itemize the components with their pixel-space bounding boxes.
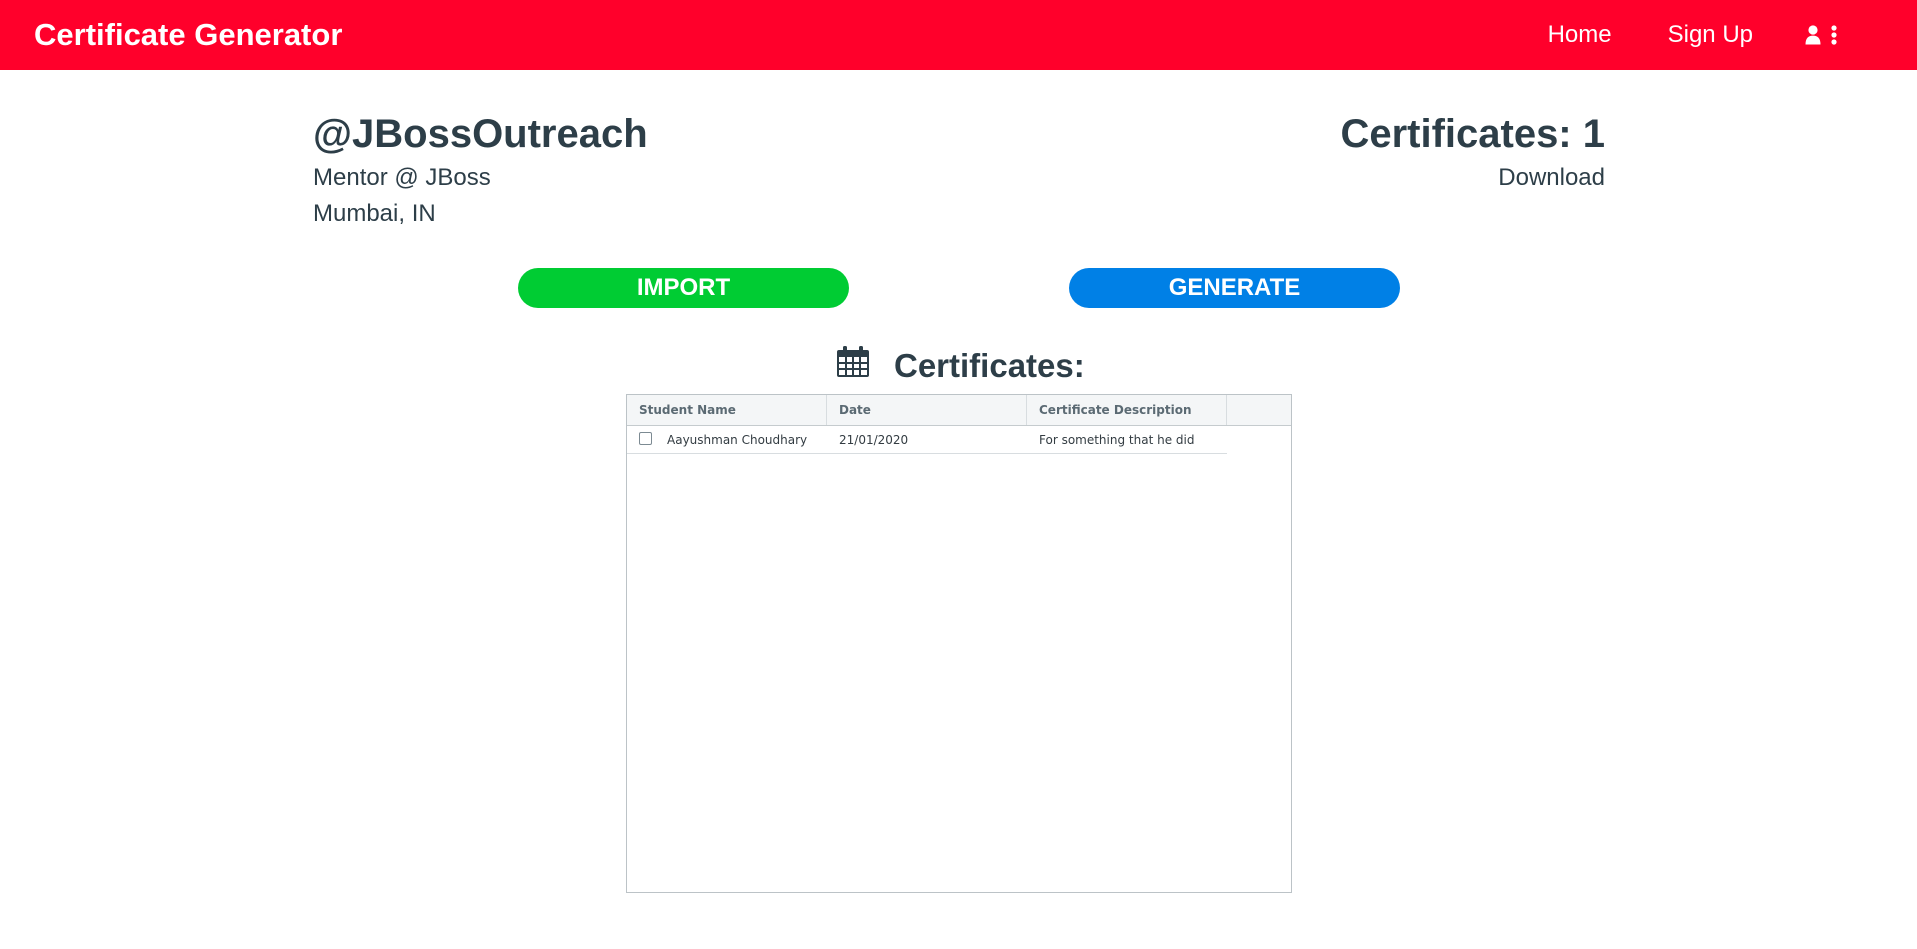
description-cell: For something that he did — [1039, 432, 1195, 447]
certificates-count: Certificates: 1 — [1340, 112, 1605, 156]
table-header: Student Name Date Certificate Descriptio… — [627, 395, 1291, 426]
column-header-empty — [1227, 395, 1291, 425]
user-icon — [1805, 25, 1821, 45]
certificates-heading: Certificates: — [836, 346, 1085, 386]
brand-title[interactable]: Certificate Generator — [34, 17, 342, 53]
profile-info: @JBossOutreach Mentor @ JBoss Mumbai, IN — [313, 108, 648, 232]
profile-role: Mentor @ JBoss — [313, 164, 491, 191]
column-header-student-name[interactable]: Student Name — [627, 395, 827, 425]
import-button[interactable]: IMPORT — [518, 268, 849, 308]
column-header-date[interactable]: Date — [827, 395, 1027, 425]
account-menu-button[interactable] — [1805, 25, 1837, 45]
profile-location: Mumbai, IN — [313, 200, 436, 227]
student-name-cell: Aayushman Choudhary — [627, 426, 827, 453]
row-select-checkbox[interactable] — [639, 432, 652, 445]
more-vertical-icon — [1831, 25, 1837, 45]
column-header-certificate-description[interactable]: Certificate Description — [1027, 395, 1227, 425]
calendar-icon — [836, 346, 870, 386]
nav-menu: Home Sign Up — [1492, 21, 1837, 49]
profile-handle: @JBossOutreach — [313, 112, 648, 156]
certificates-table: Student Name Date Certificate Descriptio… — [626, 394, 1292, 893]
nav-link-sign-up[interactable]: Sign Up — [1668, 21, 1753, 49]
download-link[interactable]: Download — [1340, 160, 1605, 196]
student-name: Aayushman Choudhary — [667, 432, 808, 447]
nav-link-home[interactable]: Home — [1548, 21, 1612, 49]
certificates-title: Certificates: — [894, 347, 1085, 384]
top-navbar: Certificate Generator Home Sign Up — [0, 0, 1917, 70]
certificate-stats: Certificates: 1 Download — [1340, 108, 1605, 196]
generate-button[interactable]: GENERATE — [1069, 268, 1400, 308]
table-row[interactable]: Aayushman Choudhary 21/01/2020 For somet… — [627, 426, 1227, 454]
date-cell: 21/01/2020 — [839, 432, 909, 447]
